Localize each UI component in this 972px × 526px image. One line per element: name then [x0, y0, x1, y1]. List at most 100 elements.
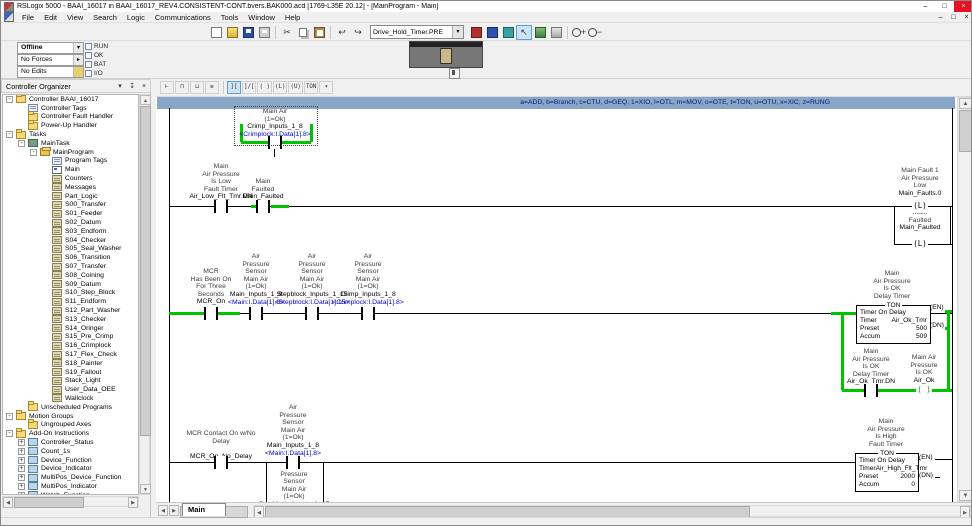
cut-icon[interactable]: ✂ [279, 25, 295, 40]
tree-item[interactable]: S06_Transition [3, 253, 138, 262]
tree-item[interactable]: Unscheduled Programs [3, 403, 138, 412]
verify-routine-icon[interactable] [468, 25, 484, 40]
otl-coil[interactable]: (L) [912, 200, 928, 213]
tree-item[interactable]: S18_Painter [3, 359, 138, 368]
tree-item[interactable]: S14_Oringer [3, 324, 138, 333]
tree-item[interactable]: Power-Up Handler [3, 121, 138, 130]
tree-item[interactable]: Stack_Light [3, 377, 138, 386]
menu-help[interactable]: Help [280, 13, 305, 22]
organizer-close-icon[interactable]: × [138, 80, 150, 92]
tree-item[interactable]: Messages [3, 183, 138, 192]
tree-item[interactable]: S01_Feeder [3, 209, 138, 218]
editor-vscrollbar[interactable]: ▲ ▼ [957, 97, 972, 502]
menu-tools[interactable]: Tools [216, 13, 244, 22]
mode-selector[interactable]: Offline ▾ [17, 42, 84, 54]
tree-expand-toggle[interactable]: - [18, 140, 25, 147]
cross-reference-icon[interactable] [500, 25, 516, 40]
tree-expand-toggle[interactable]: + [18, 483, 25, 490]
flag-checkbox-icon[interactable] [85, 61, 92, 68]
tree-item[interactable]: S02_Datum [3, 218, 138, 227]
paste-icon[interactable] [311, 25, 327, 40]
print-icon[interactable] [256, 25, 272, 40]
tree-item[interactable]: Part_Logic [3, 192, 138, 201]
tree-item[interactable]: S00_Transfer [3, 201, 138, 210]
tree-item[interactable]: S04_Checker [3, 236, 138, 245]
tree-item[interactable]: Controller Tags [3, 104, 138, 113]
timer-icon[interactable]: TON [304, 81, 318, 94]
tree-item[interactable]: S03_Endform [3, 227, 138, 236]
tree-item[interactable]: S17_Flex_Check [3, 350, 138, 359]
branch-level-icon[interactable]: ⊔ [190, 81, 204, 94]
tree-item[interactable]: -MainTask [3, 139, 138, 148]
otu-icon[interactable]: (U) [288, 81, 302, 94]
tree-item[interactable]: S19_Fallout [3, 368, 138, 377]
tree-item[interactable]: +Count_1s [3, 447, 138, 456]
tree-item[interactable]: Counters [3, 174, 138, 183]
tab-main[interactable]: Main [182, 503, 226, 516]
xic-contact[interactable] [305, 307, 319, 320]
tree-expand-toggle[interactable]: + [18, 474, 25, 481]
close-button[interactable]: × [954, 1, 972, 12]
organizer-pin-icon[interactable]: ↧ [126, 80, 138, 92]
tree-scroll-left-icon[interactable]: ◀ [3, 497, 13, 508]
combo-dropdown-icon[interactable]: ▾ [452, 26, 463, 38]
tree-expand-toggle[interactable]: - [6, 430, 13, 437]
zoom-in-icon[interactable]: + [571, 25, 587, 40]
flag-checkbox-icon[interactable] [85, 70, 92, 77]
tree-item[interactable]: -MainProgram [3, 148, 138, 157]
tree-expand-toggle[interactable]: + [18, 457, 25, 464]
tree-expand-toggle[interactable]: + [18, 465, 25, 472]
mdi-minimize-button[interactable]: – [934, 13, 947, 22]
tree-scroll-right-icon[interactable]: ▶ [128, 497, 138, 508]
more-elements-icon[interactable]: ▾ [319, 81, 333, 94]
tree-scroll-up-icon[interactable]: ▲ [140, 95, 151, 105]
tree-expand-toggle[interactable]: - [6, 413, 13, 420]
tree-item[interactable]: +Watch_Function [3, 491, 138, 495]
flag-checkbox-icon[interactable] [85, 43, 92, 50]
undo-icon[interactable]: ↩ [334, 25, 350, 40]
editor-vscroll-thumb[interactable] [959, 110, 972, 152]
editor-scroll-down-icon[interactable]: ▼ [959, 490, 972, 501]
tree-item[interactable]: Controller Fault Handler [3, 113, 138, 122]
ote-coil[interactable]: ( ) [916, 384, 932, 397]
otl-icon[interactable]: (L) [273, 81, 287, 94]
editor-hscrollbar[interactable]: ◀ ▶ [253, 505, 971, 517]
xic-contact[interactable] [256, 200, 270, 213]
tree-item[interactable]: Ungrouped Axes [3, 420, 138, 429]
tree-vscrollbar[interactable]: ▲ ▼ [139, 94, 150, 495]
tree-item[interactable]: S16_Crimplock [3, 341, 138, 350]
open-icon[interactable] [224, 25, 240, 40]
menu-search[interactable]: Search [88, 13, 122, 22]
redo-icon[interactable]: ↪ [350, 25, 366, 40]
tree-expand-toggle[interactable]: + [18, 492, 25, 495]
tree-item[interactable]: Program Tags [3, 157, 138, 166]
menu-view[interactable]: View [62, 13, 88, 22]
verify-controller-icon[interactable] [484, 25, 500, 40]
tree-item[interactable]: +Controller_Status [3, 438, 138, 447]
xic-contact[interactable] [214, 200, 228, 213]
tree-expand-toggle[interactable]: - [30, 149, 37, 156]
tab-scroll-right-icon[interactable]: ▶ [169, 505, 179, 516]
menu-file[interactable]: File [17, 13, 39, 22]
menu-edit[interactable]: Edit [39, 13, 62, 22]
tag-combo-box[interactable]: Drive_Hold_Timer.PRE▾ [370, 25, 464, 39]
mode-dropdown-icon[interactable]: ▾ [73, 43, 83, 53]
xio-icon[interactable]: ]/[ [242, 81, 256, 94]
module-properties-button[interactable] [449, 68, 460, 79]
tree-item[interactable]: +Device_Function [3, 456, 138, 465]
tree-item[interactable]: +MultiPos_Device_Function [3, 473, 138, 482]
menu-communications[interactable]: Communications [150, 13, 216, 22]
minimize-button[interactable]: – [916, 1, 935, 12]
xic-contact[interactable] [286, 456, 300, 469]
tree-item[interactable]: S12_Part_Washer [3, 306, 138, 315]
menu-logic[interactable]: Logic [122, 13, 150, 22]
flag-checkbox-icon[interactable] [85, 52, 92, 59]
xic-contact[interactable] [204, 307, 218, 320]
tree-expand-toggle[interactable]: + [18, 448, 25, 455]
instruction-list-icon[interactable]: ≡ [205, 81, 219, 94]
tree-item[interactable]: Main [3, 165, 138, 174]
zoom-out-icon[interactable]: − [587, 25, 603, 40]
menu-window[interactable]: Window [243, 13, 280, 22]
tree-item[interactable]: Wallclock [3, 394, 138, 403]
tree-item[interactable]: S08_Coining [3, 271, 138, 280]
